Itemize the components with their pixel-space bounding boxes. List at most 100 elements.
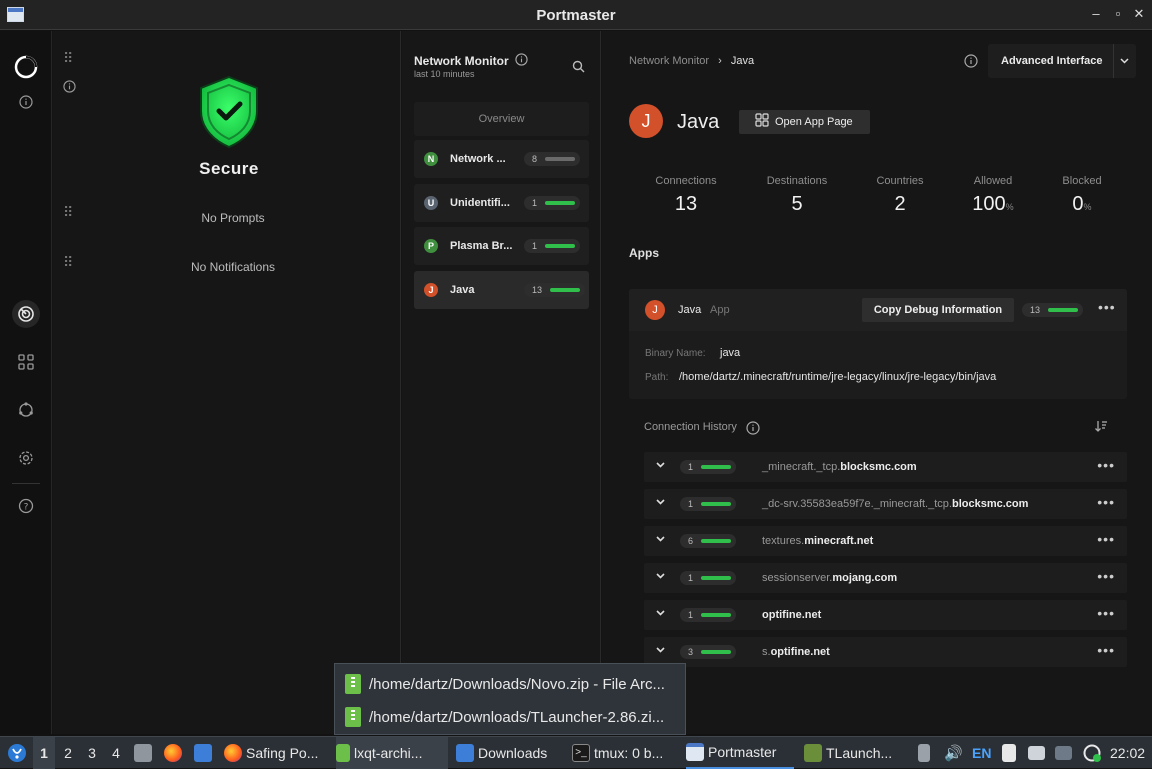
desktop-3[interactable]: 3 xyxy=(82,737,102,769)
connection-row[interactable]: 1 sessionserver.mojang.com ••• xyxy=(644,563,1127,593)
stat-unit: % xyxy=(1005,202,1014,212)
monitor-item-unidentified[interactable]: U Unidentifi... 1 xyxy=(414,184,589,222)
drag-handle-icon[interactable]: ⠿ xyxy=(63,51,73,65)
rail-divider xyxy=(12,483,40,484)
task-safing-portmaster[interactable]: Safing Po... xyxy=(224,737,334,769)
start-menu-icon[interactable] xyxy=(5,737,29,769)
more-options-icon[interactable]: ••• xyxy=(1097,457,1115,473)
monitor-subtitle: last 10 minutes xyxy=(414,69,475,79)
more-options-icon[interactable]: ••• xyxy=(1097,642,1115,658)
chevron-down-icon[interactable] xyxy=(656,497,665,508)
activity-bar xyxy=(701,613,732,617)
desktop-4[interactable]: 4 xyxy=(106,737,126,769)
connection-domain: _minecraft._tcp.blocksmc.com xyxy=(762,461,917,473)
minimize-icon[interactable]: – xyxy=(1087,5,1105,23)
path-label: Path: xyxy=(645,372,669,383)
clock[interactable]: 22:02 xyxy=(1110,737,1150,769)
keyboard-layout-indicator[interactable]: EN xyxy=(972,737,996,769)
drag-handle-icon[interactable]: ⠿ xyxy=(63,205,73,219)
desktop-1[interactable]: 1 xyxy=(33,737,55,769)
search-icon[interactable] xyxy=(572,60,585,78)
popup-window-label: /home/dartz/Downloads/TLauncher-2.86.zi.… xyxy=(369,708,665,726)
advanced-interface-dropdown[interactable]: Advanced Interface xyxy=(988,44,1136,78)
file-manager-launcher-icon[interactable] xyxy=(134,737,154,769)
info-icon[interactable] xyxy=(12,88,40,116)
stat-number: 100 xyxy=(972,193,1006,215)
connection-row[interactable]: 1 _dc-srv.35583ea59f7e._minecraft._tcp.b… xyxy=(644,489,1127,519)
task-tlauncher[interactable]: TLaunch... xyxy=(804,737,908,769)
more-options-icon[interactable]: ••• xyxy=(1097,605,1115,621)
connection-count: 13 xyxy=(532,285,543,295)
domain-prefix: s. xyxy=(762,646,771,658)
connection-row[interactable]: 6 textures.minecraft.net ••• xyxy=(644,526,1127,556)
task-tmux[interactable]: >_ tmux: 0 b... xyxy=(572,737,680,769)
window-titlebar: Portmaster – ▫ ✕ xyxy=(0,0,1152,30)
chevron-down-icon[interactable] xyxy=(656,534,665,545)
sort-icon[interactable] xyxy=(1094,419,1108,438)
connection-row[interactable]: 3 s.optifine.net ••• xyxy=(644,637,1127,667)
network-icon[interactable] xyxy=(1028,737,1048,769)
close-icon[interactable]: ✕ xyxy=(1130,5,1148,23)
java-app-avatar-small: J xyxy=(645,300,665,320)
task-lxqt-archiver[interactable]: lxqt-archi... xyxy=(336,737,448,769)
screen-icon[interactable] xyxy=(1055,737,1075,769)
chevron-down-icon[interactable] xyxy=(656,608,665,619)
desktop-2[interactable]: 2 xyxy=(58,737,78,769)
task-downloads[interactable]: Downloads xyxy=(456,737,564,769)
apps-heading: Apps xyxy=(629,246,659,260)
clipboard-icon[interactable] xyxy=(1002,737,1020,769)
drag-handle-icon[interactable]: ⠿ xyxy=(63,255,73,269)
more-options-icon[interactable]: ••• xyxy=(1098,299,1116,315)
copy-debug-info-button[interactable]: Copy Debug Information xyxy=(862,298,1014,322)
portmaster-tray-icon[interactable] xyxy=(1082,737,1104,769)
task-portmaster[interactable]: Portmaster xyxy=(686,737,794,769)
monitor-item-network[interactable]: N Network ... 8 xyxy=(414,140,589,178)
info-icon[interactable] xyxy=(964,54,978,73)
advanced-interface-label: Advanced Interface xyxy=(1001,55,1103,67)
breadcrumb-parent[interactable]: Network Monitor xyxy=(629,55,709,67)
popup-window-item[interactable]: /home/dartz/Downloads/Novo.zip - File Ar… xyxy=(345,670,681,698)
info-icon[interactable] xyxy=(515,53,528,71)
connection-count-pill: 13 xyxy=(524,283,586,297)
volume-icon[interactable]: 🔊 xyxy=(944,737,962,769)
desktop-launcher-icon[interactable] xyxy=(194,737,214,769)
stat-value: 0% xyxy=(1032,193,1132,216)
info-icon[interactable] xyxy=(63,80,76,98)
connection-row[interactable]: 1 optifine.net ••• xyxy=(644,600,1127,630)
connection-count: 1 xyxy=(688,610,694,620)
open-app-page-button[interactable]: Open App Page xyxy=(739,110,870,134)
domain-prefix: _minecraft._tcp. xyxy=(762,461,841,473)
chevron-down-icon[interactable] xyxy=(1113,44,1135,78)
apps-grid-icon[interactable] xyxy=(12,348,40,376)
spn-icon[interactable] xyxy=(12,396,40,424)
network-monitor-icon[interactable] xyxy=(12,300,40,328)
connection-row[interactable]: 1 _minecraft._tcp.blocksmc.com ••• xyxy=(644,452,1127,482)
firefox-launcher-icon[interactable] xyxy=(164,737,186,769)
app-card-name: Java xyxy=(678,304,702,316)
stat-number: 5 xyxy=(791,193,803,215)
monitor-item-plasma[interactable]: P Plasma Br... 1 xyxy=(414,227,589,265)
domain-name: optifine.net xyxy=(762,609,822,621)
activity-bar xyxy=(701,539,732,543)
chevron-down-icon[interactable] xyxy=(656,460,665,471)
monitor-item-java[interactable]: J Java 13 xyxy=(414,271,589,309)
popup-window-item[interactable]: /home/dartz/Downloads/TLauncher-2.86.zi.… xyxy=(345,703,681,731)
tray-scroll-icon[interactable] xyxy=(918,737,932,769)
help-icon[interactable]: ? xyxy=(12,492,40,520)
more-options-icon[interactable]: ••• xyxy=(1097,568,1115,584)
portmaster-logo-icon[interactable] xyxy=(12,53,40,81)
info-icon[interactable] xyxy=(746,421,760,440)
chevron-down-icon[interactable] xyxy=(656,645,665,656)
open-app-icon xyxy=(755,112,769,132)
monitor-item-label: Network ... xyxy=(450,153,506,165)
more-options-icon[interactable]: ••• xyxy=(1097,531,1115,547)
settings-gear-icon[interactable] xyxy=(12,444,40,472)
app-card: J Java App Copy Debug Information 13 •••… xyxy=(629,289,1127,399)
overview-tab[interactable]: Overview xyxy=(414,102,589,136)
chevron-down-icon[interactable] xyxy=(656,571,665,582)
more-options-icon[interactable]: ••• xyxy=(1097,494,1115,510)
connection-count: 1 xyxy=(688,462,694,472)
window-title: Portmaster xyxy=(536,7,616,24)
restore-icon[interactable]: ▫ xyxy=(1109,5,1127,23)
stat-countries: Countries 2 xyxy=(850,175,950,216)
